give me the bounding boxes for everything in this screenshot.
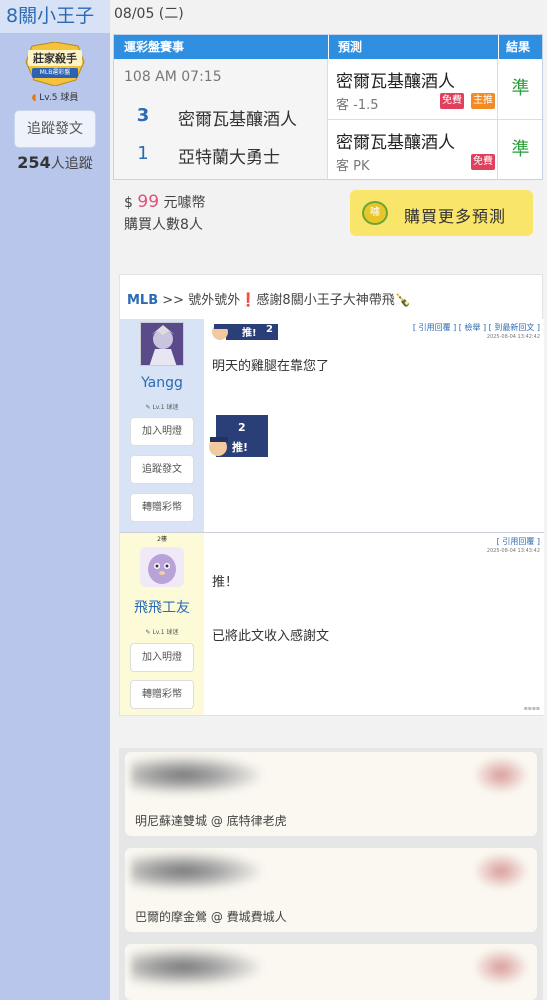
buyer-count: 購買人數8人 [124, 217, 203, 233]
plush-avatar-icon [148, 554, 176, 584]
comment-text: 明尼蘇達雙城 @ 底特律老虎 [135, 814, 287, 828]
post-action-links[interactable]: [ 引用回覆 ] [497, 536, 540, 547]
pick-row: 密爾瓦基釀酒人 客 PK 免費 [328, 120, 498, 180]
comment-card[interactable]: 明尼蘇達雙城 @ 底特律老虎 [125, 752, 537, 836]
post-action-links[interactable]: [ 引用回覆 ] [ 檢舉 ] [ 到最新回文 ] [413, 322, 540, 333]
left-sidebar: 8關小王子 莊家殺手 MLB運彩盤 ◖ Lv.5 球員 追蹤發文 254人追蹤 [0, 0, 110, 1000]
team-row: 1 亞特蘭大勇士 [114, 139, 328, 169]
header-prediction: 預測 [338, 40, 363, 54]
pick-line: 客 PK [336, 159, 370, 174]
poster-info: Yangg ✎ Lv.1 球迷 加入明燈 追蹤發文 轉贈彩幣 [120, 319, 204, 532]
pick-line: 客 -1.5 [336, 98, 379, 113]
post-time: 2025-08-04 13:43:42 [486, 548, 540, 554]
like-badge[interactable]: 推! 2 [208, 322, 280, 342]
pick-team: 密爾瓦基釀酒人 [336, 133, 455, 153]
post-time: 2025-08-04 13:42:42 [486, 334, 540, 340]
prediction-table: 運彩盤賽事 預測 結果 108 AM 07:15 3 密爾瓦基釀酒人 1 亞特蘭… [113, 34, 544, 180]
blurred-avatar [131, 948, 261, 986]
buy-button-label: 購買更多預測 [404, 207, 507, 226]
team-score: 3 [136, 105, 150, 126]
follower-count: 254人追蹤 [17, 153, 93, 172]
coin-icon: 噱 [362, 201, 388, 225]
pencil-icon: ✎ [145, 404, 151, 411]
poster-name[interactable]: Yangg [120, 375, 204, 391]
prediction-table-header: 運彩盤賽事 預測 結果 [114, 35, 542, 59]
more-options-icon[interactable]: ▪▪▪▪ [524, 705, 540, 712]
thread-league-link[interactable]: MLB [127, 293, 158, 308]
prediction-date: 08/05 (二) [114, 6, 184, 22]
free-tag: 免費 [440, 93, 464, 109]
price: $ 99 元噱幣 [124, 192, 206, 212]
post-body: 推! 2 [ 引用回覆 ] [ 檢舉 ] [ 到最新回文 ] 2025-08-0… [204, 319, 544, 532]
badge-subtitle: MLB運彩盤 [39, 69, 71, 76]
post-text: 明天的雞腿在靠您了 [212, 359, 330, 374]
follow-posts-button[interactable]: 追蹤發文 [130, 455, 194, 484]
poster-level: ✎ Lv.1 球迷 [145, 629, 179, 636]
header-result: 結果 [506, 40, 531, 54]
team-score: 1 [137, 143, 149, 164]
avatar[interactable] [140, 322, 184, 366]
team-name[interactable]: 密爾瓦基釀酒人 [178, 105, 297, 130]
pick-row: 密爾瓦基釀酒人 客 -1.5 免費 主推 [328, 59, 498, 119]
avatar[interactable] [140, 547, 184, 587]
gift-coins-button[interactable]: 轉贈彩幣 [130, 493, 194, 522]
author-name[interactable]: 8關小王子 [0, 0, 110, 33]
featured-tag: 主推 [471, 93, 495, 109]
blurred-avatar [131, 852, 261, 890]
post-text: 已將此文收入感謝文 [212, 629, 330, 644]
post-text: 推！ [212, 575, 239, 590]
pick-team: 密爾瓦基釀酒人 [336, 72, 455, 92]
thank-you-thread: MLB >> 號外號外❗感謝8關小王子大神帶飛🍾 Yangg ✎ Lv.1 球迷… [119, 274, 544, 716]
poster-name[interactable]: 飛飛工友 [120, 597, 204, 617]
blurred-image [473, 756, 529, 794]
author-level: ◖ Lv.5 球員 [31, 93, 79, 103]
poster-info: 2樓 飛飛工友 ✎ Lv.1 球迷 加入明燈 轉贈彩幣 [120, 533, 204, 715]
buy-more-predictions-button[interactable]: 噱 購買更多預測 [350, 190, 533, 236]
cap-icon: ◖ [31, 93, 37, 103]
blurred-image [473, 948, 529, 986]
floor-number: 2樓 [157, 536, 167, 543]
like-sticker: 2 推! [208, 415, 268, 461]
team-name[interactable]: 亞特蘭大勇士 [178, 143, 280, 168]
pick-result: 準 [511, 139, 530, 160]
author-badge: 莊家殺手 MLB運彩盤 [22, 41, 88, 87]
gift-coins-button[interactable]: 轉贈彩幣 [130, 680, 194, 709]
comment-text: 巴爾的摩金鶯 @ 費城費城人 [135, 910, 287, 924]
badge-title: 莊家殺手 [33, 52, 77, 65]
blurred-image [473, 852, 529, 890]
anime-avatar-icon [141, 323, 183, 365]
related-comments: 明尼蘇達雙城 @ 底特律老虎 巴爾的摩金鶯 @ 費城費城人 [119, 748, 543, 1000]
game-time: 108 AM 07:15 [124, 69, 222, 85]
exclamation-icon: ❗ [240, 293, 257, 308]
pencil-icon: ✎ [145, 629, 151, 636]
add-favorite-button[interactable]: 加入明燈 [130, 643, 194, 672]
free-tag: 免費 [471, 154, 495, 170]
comment-card[interactable]: 巴爾的摩金鶯 @ 費城費城人 [125, 848, 537, 932]
thread-title: MLB >> 號外號外❗感謝8關小王子大神帶飛🍾 [127, 293, 411, 308]
game-info: 108 AM 07:15 3 密爾瓦基釀酒人 1 亞特蘭大勇士 [114, 59, 328, 179]
poster-level: ✎ Lv.1 球迷 [145, 404, 179, 411]
add-favorite-button[interactable]: 加入明燈 [130, 417, 194, 446]
header-game: 運彩盤賽事 [124, 40, 185, 54]
team-row: 3 密爾瓦基釀酒人 [114, 101, 328, 131]
comment-card[interactable] [125, 944, 537, 1000]
post-body: [ 引用回覆 ] 2025-08-04 13:43:42 推！ 已將此文收入感謝… [204, 533, 544, 715]
main-content: 08/05 (二) 運彩盤賽事 預測 結果 108 AM 07:15 3 密爾瓦… [110, 0, 547, 1000]
blurred-avatar [131, 756, 261, 794]
follow-button[interactable]: 追蹤發文 [14, 110, 96, 148]
pick-result: 準 [511, 78, 530, 99]
